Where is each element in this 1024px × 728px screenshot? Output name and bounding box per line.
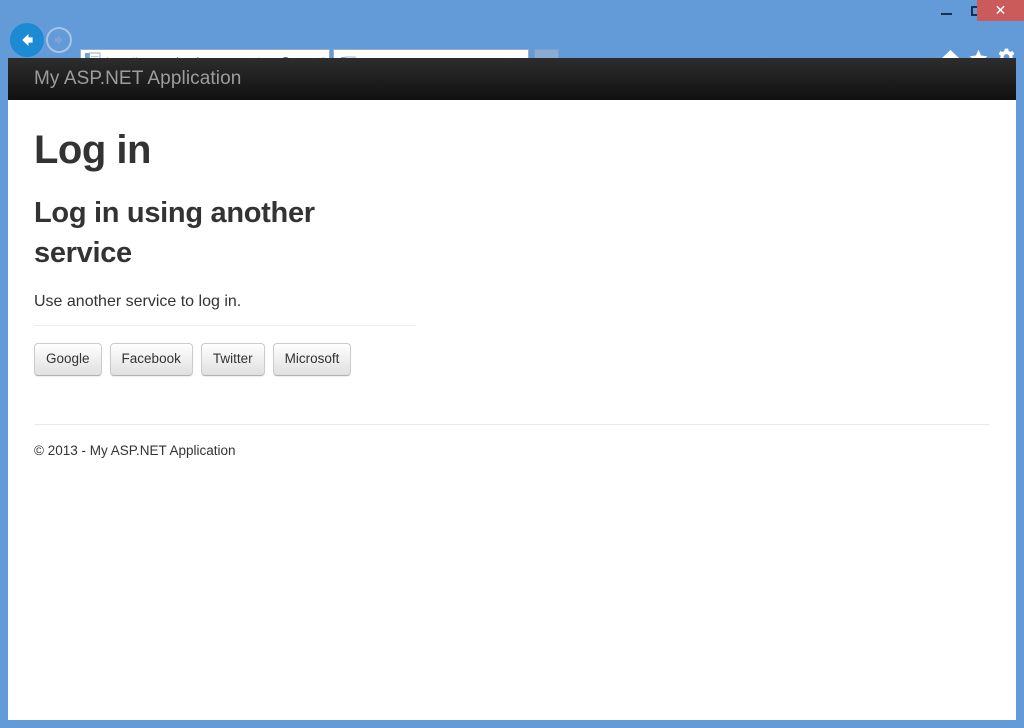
- arrow-right-icon: [54, 35, 63, 45]
- footer-copyright: © 2013 - My ASP.NET Application: [34, 442, 236, 458]
- login-google-button[interactable]: Google: [34, 343, 102, 376]
- login-microsoft-button[interactable]: Microsoft: [272, 343, 352, 376]
- section-paragraph: Use another service to log in.: [34, 293, 242, 311]
- navbar-brand[interactable]: My ASP.NET Application: [34, 68, 241, 90]
- footer-divider: [34, 423, 990, 425]
- content-container: Log in Log in using another service Use …: [8, 129, 1016, 458]
- external-login-section: Log in using another service Use another…: [34, 193, 416, 376]
- login-facebook-button[interactable]: Facebook: [109, 343, 193, 376]
- title-bar: ✕: [0, 0, 1024, 22]
- page-viewport: My ASP.NET Application Log in Log in usi…: [8, 58, 1016, 720]
- minimize-icon: [940, 12, 952, 15]
- login-twitter-button[interactable]: Twitter: [200, 343, 265, 376]
- page-title: Log in: [34, 128, 151, 172]
- provider-button-group: Google Facebook Twitter Microsoft: [34, 343, 416, 376]
- close-window-button[interactable]: ✕: [977, 0, 1024, 21]
- back-button[interactable]: [10, 23, 44, 57]
- browser-toolbar: http://www.wingtiptoys.com/: [0, 22, 1024, 78]
- browser-window: ✕ My ASP.NET Application Log in Log in u…: [0, 0, 1024, 728]
- forward-button[interactable]: [46, 27, 72, 53]
- section-divider: [34, 325, 416, 327]
- minimize-button[interactable]: [931, 0, 961, 21]
- arrow-left-icon: [22, 34, 33, 46]
- site-navbar: My ASP.NET Application: [8, 58, 1016, 100]
- section-heading: Log in using another service: [34, 197, 315, 270]
- close-icon: ✕: [994, 2, 1007, 19]
